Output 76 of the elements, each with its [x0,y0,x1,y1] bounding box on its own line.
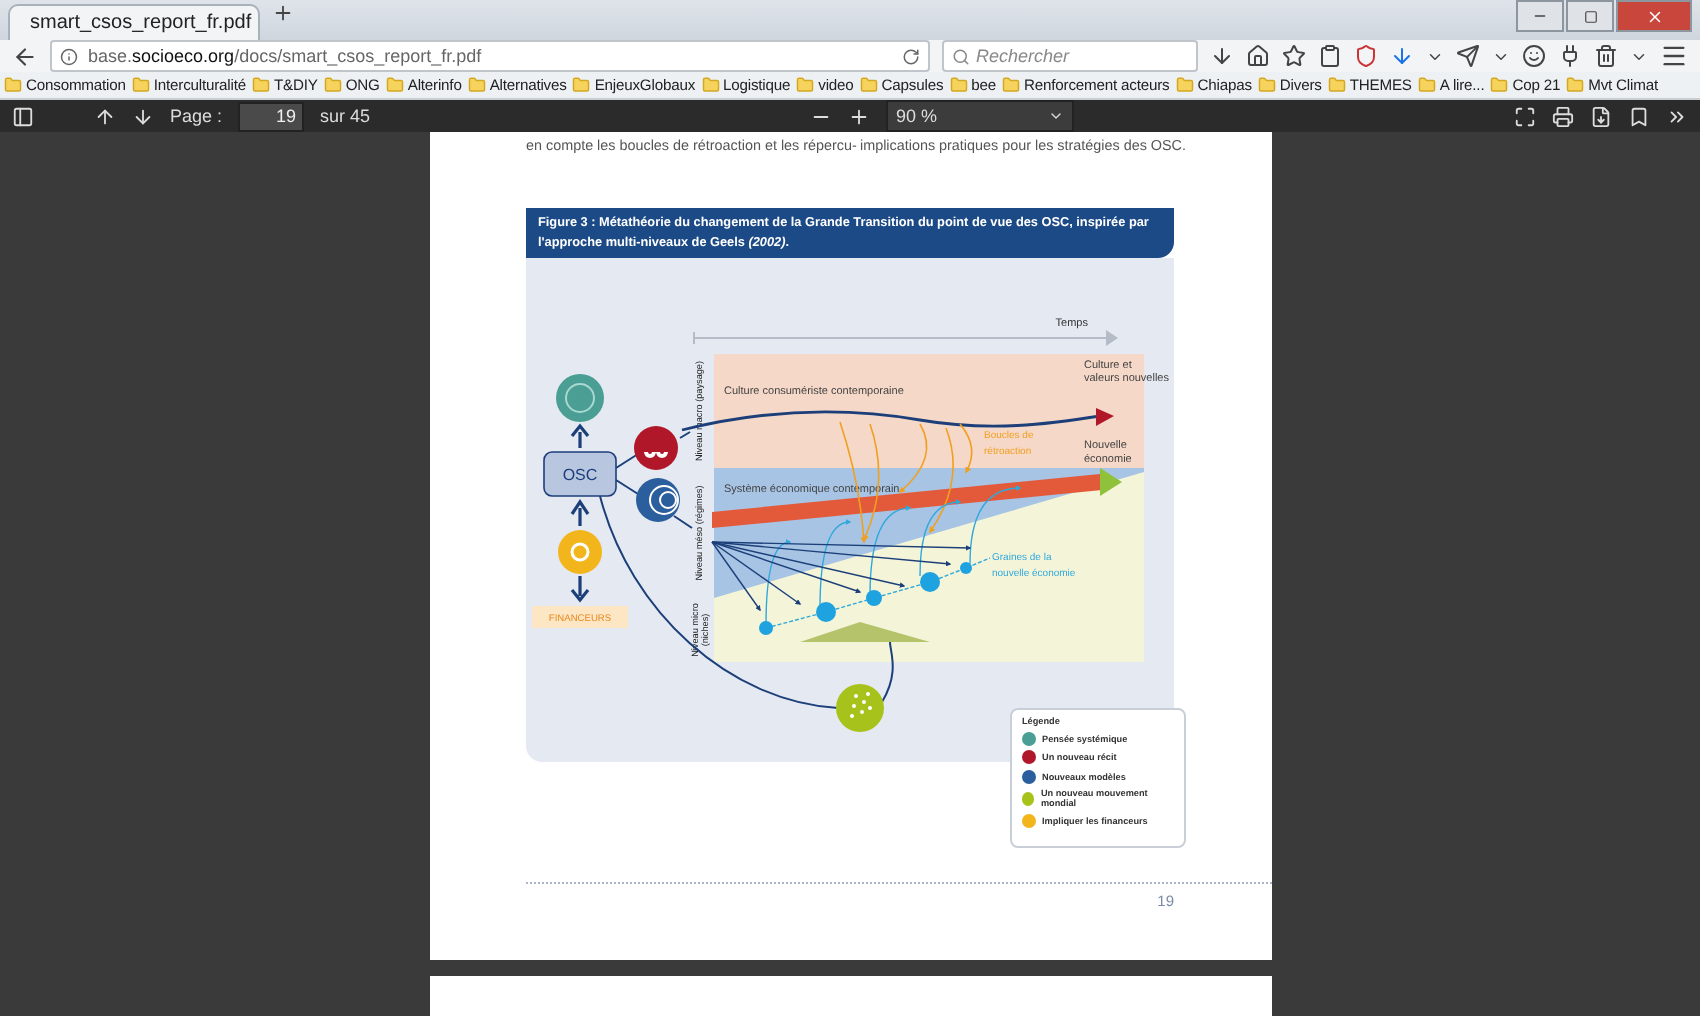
search-icon [952,47,970,65]
search-field[interactable]: Rechercher [942,40,1198,72]
connector-line [615,453,639,469]
feedback-arrow [959,423,973,474]
folder-icon [1175,76,1194,94]
down-arrow-icon [570,574,590,603]
up-arrow-icon [570,423,590,450]
folder-icon [1417,76,1436,94]
funders-tag [532,606,628,628]
folder-icon [796,76,815,94]
restore-button[interactable] [1566,0,1614,32]
innovation-arrow [919,499,962,577]
more-tools-icon[interactable] [1666,105,1689,127]
innovation-arrow [869,505,912,597]
page-count: sur 45 [320,106,371,126]
send-icon[interactable] [1456,44,1480,68]
globe-icon [556,374,604,422]
print-icon[interactable] [1552,105,1575,127]
bookmark-icon[interactable] [1628,105,1651,127]
folder-icon [251,76,270,94]
zoom-in-icon[interactable] [848,105,871,127]
dotted-circle-icon [836,684,884,732]
up-arrow-icon [570,499,590,528]
reload-icon[interactable] [902,47,920,65]
download-badge-icon[interactable] [1390,44,1414,68]
browser-tab[interactable]: smart_csos_report_fr.pdf [8,4,260,40]
search-placeholder: Rechercher [976,46,1070,66]
folder-icon [4,76,22,94]
folder-icon [1257,76,1276,94]
page-label: Page : [170,106,223,126]
actor-box [543,451,617,497]
page-number-field[interactable]: 19 [238,101,305,131]
wave-circle-icon [636,478,680,522]
star-icon[interactable] [1282,44,1306,68]
caret-icon [1048,108,1065,124]
trash-icon[interactable] [1594,44,1618,68]
folder-icon [572,76,591,94]
new-tab-icon[interactable] [272,2,294,24]
home-icon[interactable] [1246,44,1270,68]
clipboard-icon[interactable] [1318,44,1342,68]
back-icon[interactable] [12,43,38,69]
address-field[interactable]: base.socioeco.org/docs/smart_csos_report_fr.pdf [50,40,930,72]
innovation-arrow [819,519,852,609]
folder-icon [385,76,404,94]
folder-icon [859,76,878,94]
folder-icon [323,76,342,94]
next-page-icon[interactable] [132,105,154,127]
folder-icon [949,76,968,94]
folder-icon [701,76,720,94]
folder-icon [467,76,486,94]
folder-icon [1327,76,1346,94]
previous-page-icon[interactable] [94,105,116,127]
save-icon[interactable] [1590,105,1613,127]
close-icon [1645,7,1663,25]
base-triangle [800,622,930,642]
plug-icon[interactable] [1558,44,1582,68]
download-icon[interactable] [1210,44,1234,68]
connector-line [679,431,691,439]
innovation-arrow [765,539,792,627]
connector-line [881,641,894,703]
fullscreen-icon[interactable] [1514,105,1537,127]
menu-icon[interactable] [1660,42,1688,70]
sidebar-toggle-icon[interactable] [12,105,34,127]
actor-label: OSC [562,466,598,484]
url-text: base.socioeco.org/docs/smart_csos_report_fr.pdf [88,46,482,66]
folder-icon [131,76,150,94]
quote-icon [634,426,678,470]
coin-icon [558,530,602,574]
folder-icon [1490,76,1509,94]
zoom-select[interactable]: 90 % [886,100,1075,132]
restore-icon [1583,9,1597,23]
folder-icon [1566,76,1585,94]
shield-icon[interactable] [1354,44,1378,68]
folder-icon [1002,76,1021,94]
info-icon[interactable] [60,47,78,65]
smiley-icon[interactable] [1522,44,1546,68]
